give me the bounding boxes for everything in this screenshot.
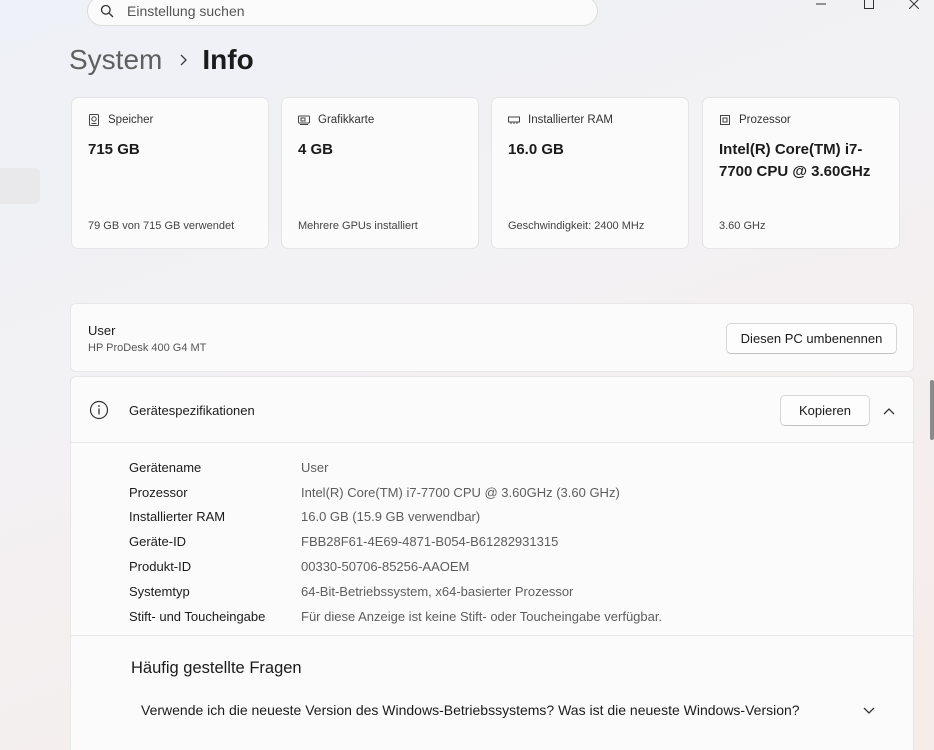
- spec-row: Geräte-ID FBB28F61-4E69-4871-B054-B61282…: [129, 529, 662, 554]
- breadcrumb-parent[interactable]: System: [69, 44, 162, 76]
- spec-value: 16.0 GB (15.9 GB verwendbar): [301, 509, 481, 525]
- pc-name-panel: User HP ProDesk 400 G4 MT Diesen PC umbe…: [70, 303, 914, 372]
- card-value: Intel(R) Core(TM) i7-7700 CPU @ 3.60GHz: [719, 141, 871, 180]
- info-icon: [89, 400, 109, 420]
- spec-row: Produkt-ID 00330-50706-85256-AAOEM: [129, 554, 662, 579]
- spec-label: Systemtyp: [129, 583, 190, 599]
- close-button[interactable]: [899, 0, 929, 14]
- chevron-right-icon: [178, 53, 188, 67]
- storage-card[interactable]: Speicher 715 GB 79 GB von 715 GB verwend…: [71, 97, 269, 249]
- ram-icon: [508, 116, 520, 124]
- spec-row: Gerätename User: [129, 455, 662, 480]
- maximize-icon: [864, 0, 874, 9]
- divider: [71, 635, 913, 636]
- processor-icon: [720, 115, 730, 125]
- scrollbar[interactable]: [930, 380, 934, 440]
- maximize-button[interactable]: [854, 0, 884, 14]
- pc-name: User: [88, 323, 116, 338]
- spec-label: Gerätename: [129, 459, 202, 475]
- card-value: 16.0 GB: [508, 141, 564, 158]
- graphics-card-icon: [298, 115, 310, 125]
- device-specs-panel: Gerätespezifikationen Kopieren Gerätenam…: [70, 376, 914, 750]
- spec-label: Geräte-ID: [129, 534, 187, 550]
- collapse-button[interactable]: [879, 401, 899, 421]
- card-value: 715 GB: [88, 141, 140, 158]
- card-label: Speicher: [108, 114, 154, 126]
- minimize-icon: [816, 3, 826, 5]
- minimize-button[interactable]: [806, 0, 836, 14]
- search-icon: [100, 4, 114, 18]
- spec-label: Stift- und Toucheingabe: [129, 608, 266, 624]
- spec-label: Produkt-ID: [129, 559, 192, 575]
- card-footer: Mehrere GPUs installiert: [298, 220, 418, 232]
- sidebar-selected-item[interactable]: [0, 168, 40, 204]
- card-footer: 3.60 GHz: [719, 220, 766, 232]
- card-footer: Geschwindigkeit: 2400 MHz: [508, 220, 645, 232]
- faq-expand-button[interactable]: [859, 702, 879, 720]
- spec-value: Für diese Anzeige ist keine Stift- oder …: [301, 608, 663, 624]
- search-box[interactable]: [87, 0, 598, 26]
- close-icon: [909, 0, 919, 9]
- card-label: Prozessor: [739, 114, 791, 126]
- chevron-up-icon: [883, 408, 895, 415]
- faq-title: Häufig gestellte Fragen: [131, 659, 302, 677]
- ram-card[interactable]: Installierter RAM 16.0 GB Geschwindigkei…: [491, 97, 689, 249]
- device-specs-header[interactable]: Gerätespezifikationen Kopieren: [71, 377, 913, 443]
- card-label: Grafikkarte: [318, 114, 375, 126]
- chevron-down-icon: [863, 707, 875, 714]
- breadcrumb: System Info: [69, 44, 254, 76]
- processor-card[interactable]: Prozessor Intel(R) Core(TM) i7-7700 CPU …: [702, 97, 900, 249]
- copy-button[interactable]: Kopieren: [780, 395, 870, 426]
- spec-value: User: [301, 459, 329, 475]
- spec-value: Intel(R) Core(TM) i7-7700 CPU @ 3.60GHz …: [301, 484, 620, 500]
- specs-list: Gerätename User Prozessor Intel(R) Core(…: [129, 455, 662, 629]
- spec-row: Stift- und Toucheingabe Für diese Anzeig…: [129, 604, 662, 629]
- faq-question[interactable]: Verwende ich die neueste Version des Win…: [141, 702, 800, 718]
- spec-value: 64-Bit-Betriebssystem, x64-basierter Pro…: [301, 583, 574, 599]
- pc-model: HP ProDesk 400 G4 MT: [88, 342, 207, 354]
- search-input[interactable]: [127, 3, 567, 19]
- spec-row: Installierter RAM 16.0 GB (15.9 GB verwe…: [129, 505, 662, 530]
- spec-value: 00330-50706-85256-AAOEM: [301, 559, 470, 575]
- page-title: Info: [202, 44, 254, 75]
- card-value: 4 GB: [298, 141, 334, 158]
- spec-label: Installierter RAM: [129, 509, 226, 525]
- rename-pc-button[interactable]: Diesen PC umbenennen: [726, 323, 897, 354]
- storage-icon: [89, 114, 99, 126]
- card-footer: 79 GB von 715 GB verwendet: [88, 220, 235, 232]
- graphics-card[interactable]: Grafikkarte 4 GB Mehrere GPUs installier…: [281, 97, 479, 249]
- spec-row: Systemtyp 64-Bit-Betriebssystem, x64-bas…: [129, 579, 662, 604]
- spec-row: Prozessor Intel(R) Core(TM) i7-7700 CPU …: [129, 480, 662, 505]
- card-label: Installierter RAM: [528, 114, 613, 126]
- spec-value: FBB28F61-4E69-4871-B054-B61282931315: [301, 534, 559, 550]
- spec-label: Prozessor: [129, 484, 188, 500]
- device-specs-title: Gerätespezifikationen: [129, 403, 255, 418]
